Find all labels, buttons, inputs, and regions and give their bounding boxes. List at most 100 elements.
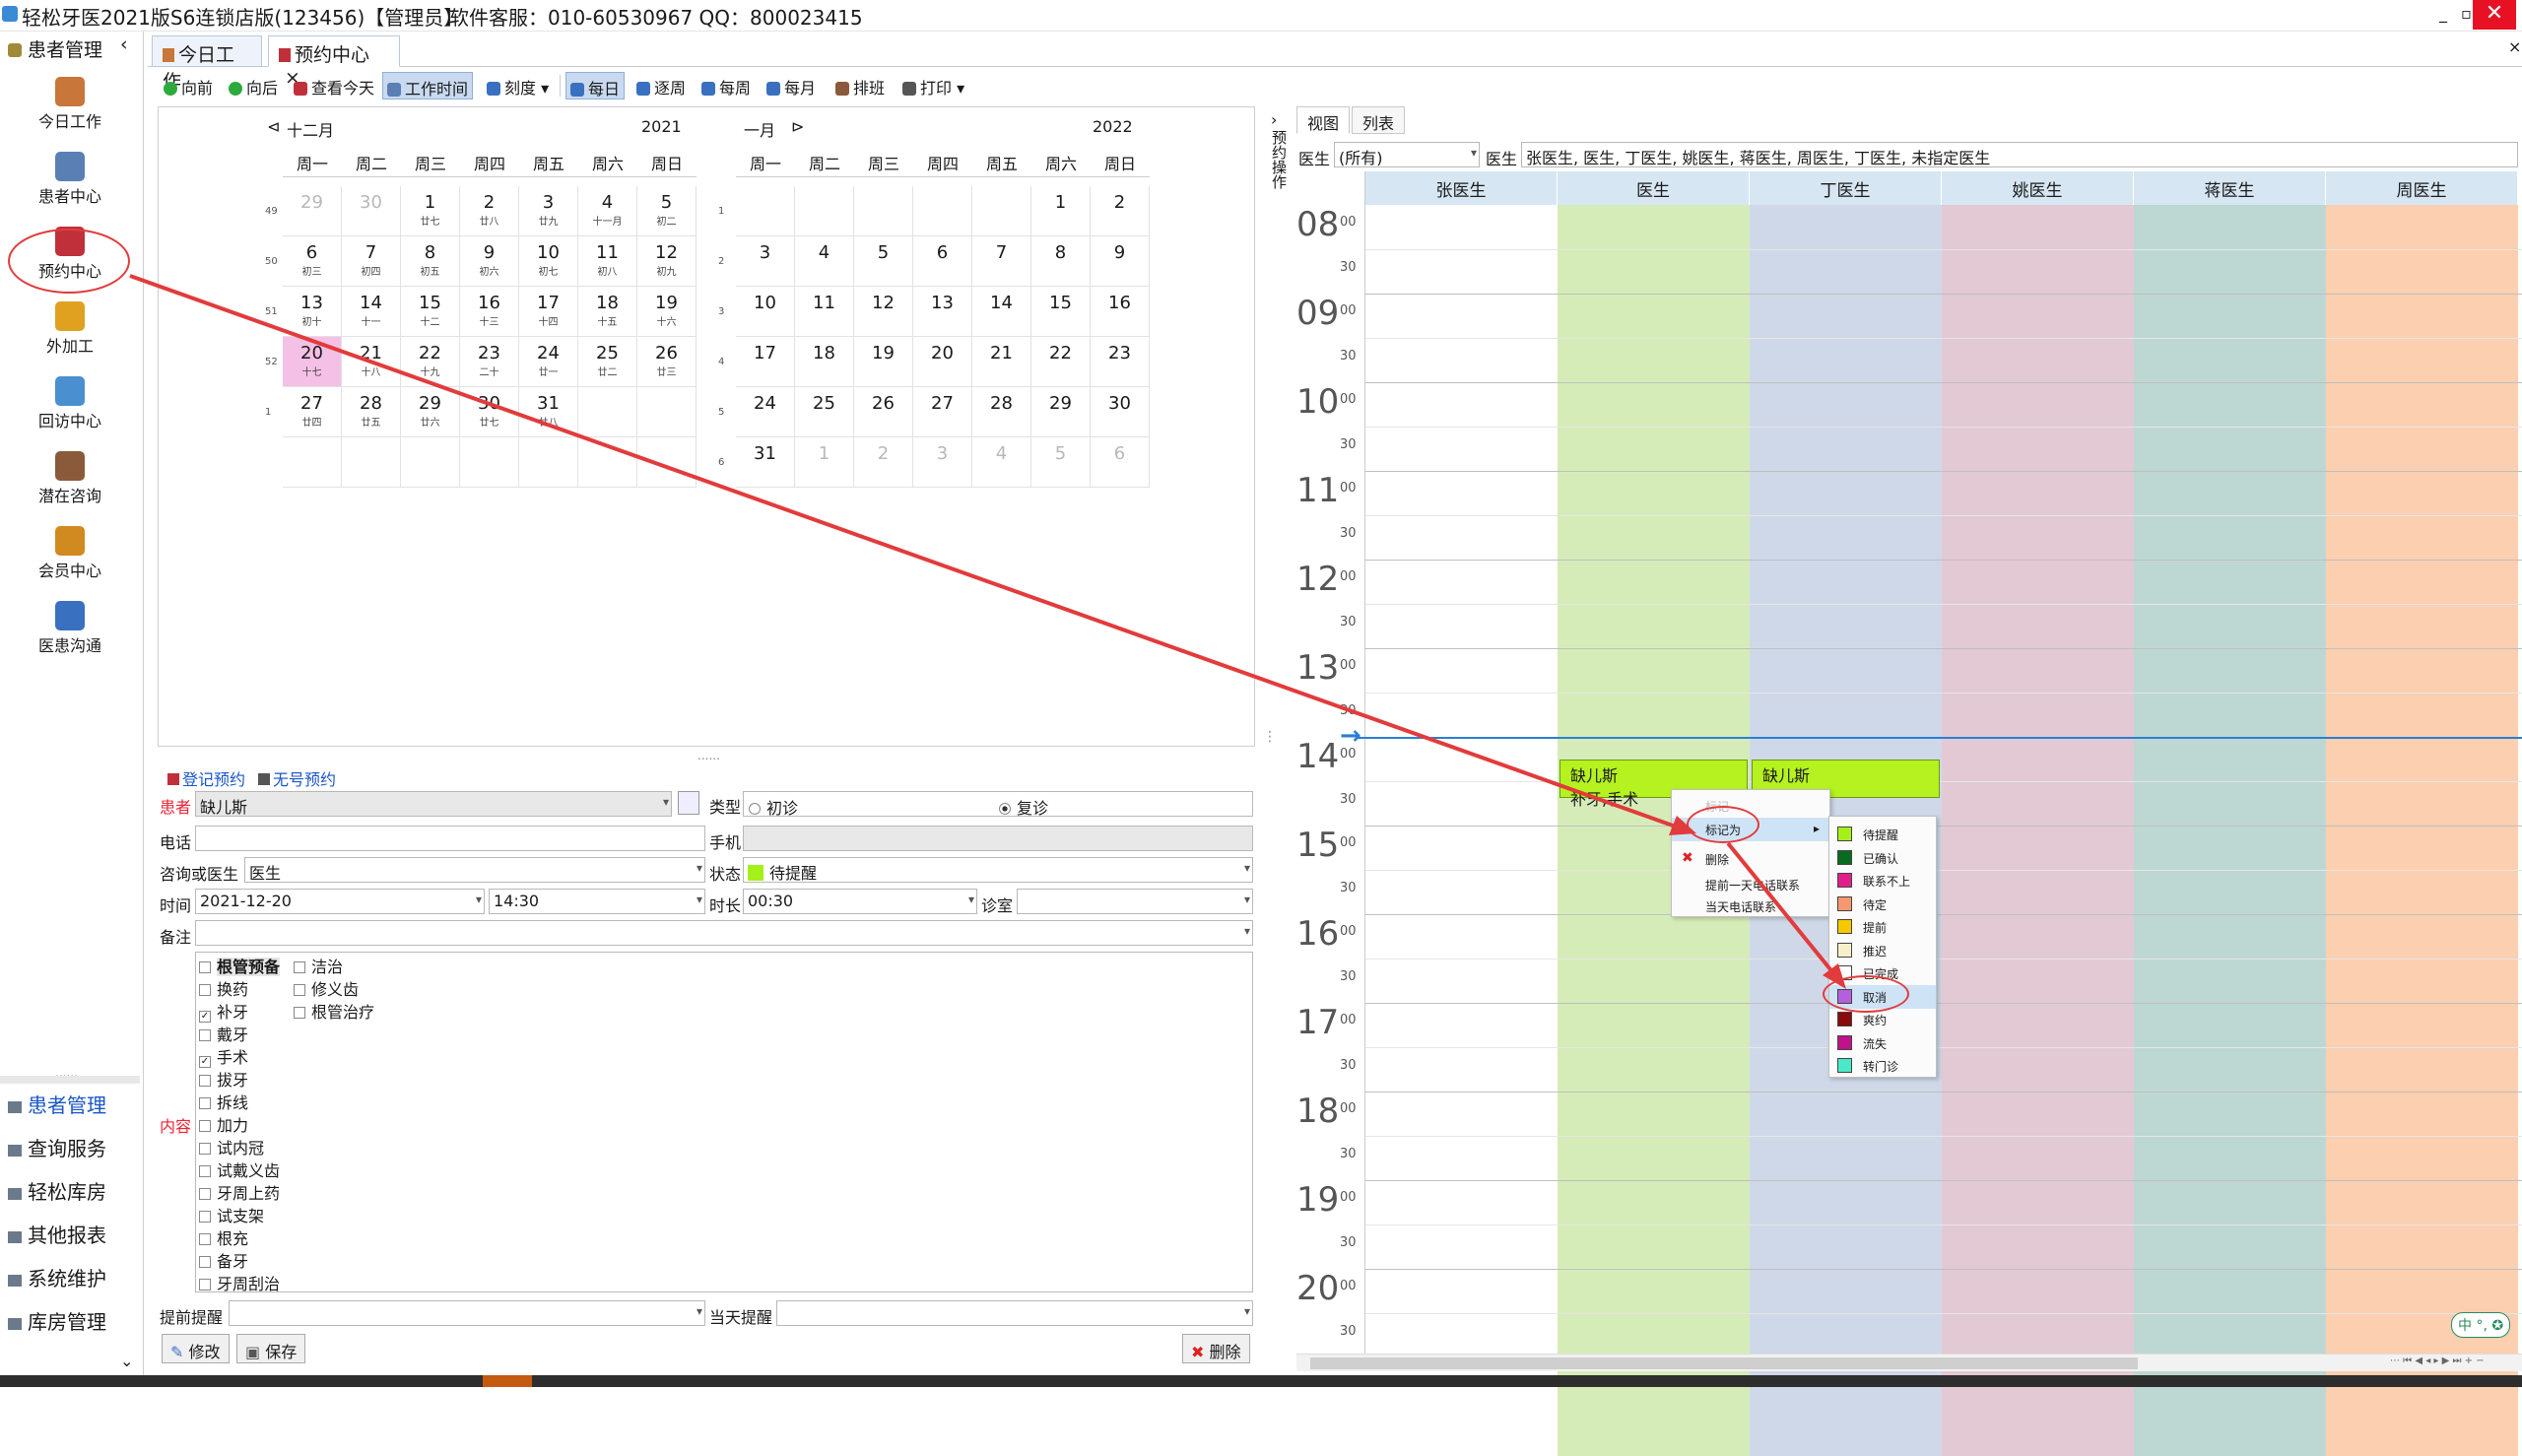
- calendar-day[interactable]: 3 廿九: [519, 186, 578, 236]
- calendar-day[interactable]: 6 初三: [283, 236, 342, 287]
- calendar-day[interactable]: [578, 387, 637, 437]
- calendar-day[interactable]: 9 初六: [460, 236, 519, 287]
- sidebar-item-5[interactable]: 潜在咨询: [0, 443, 140, 514]
- calendar-day[interactable]: 1 廿七: [401, 186, 460, 236]
- status-option[interactable]: 推迟: [1829, 939, 1936, 962]
- doctor-column-header[interactable]: 蒋医生: [2134, 171, 2326, 205]
- scroll-nav-icons[interactable]: ⋯ ⏮ ◀ ◂ ▸ ▶ ⏭ + −: [2390, 1356, 2485, 1366]
- content-checkbox[interactable]: 试戴义齿: [199, 1158, 280, 1181]
- calendar-day[interactable]: 29: [283, 186, 342, 236]
- calendar-day[interactable]: 18: [795, 337, 854, 387]
- context-menu-item[interactable]: ✖ 删除: [1672, 847, 1829, 871]
- taskbar-item[interactable]: [483, 1375, 532, 1387]
- content-checkbox[interactable]: ✓ 手术: [199, 1044, 248, 1068]
- calendar-day[interactable]: [283, 437, 342, 488]
- status-option[interactable]: 提前: [1829, 915, 1936, 939]
- tab-view[interactable]: 视图: [1296, 106, 1351, 134]
- calendar-day[interactable]: 8: [1031, 236, 1091, 287]
- context-menu-item[interactable]: 当天电话联系: [1672, 894, 1829, 918]
- calendar-day[interactable]: 3: [913, 437, 972, 488]
- calendar-day[interactable]: 22: [1031, 337, 1091, 387]
- daily-view-button[interactable]: 每日: [565, 72, 626, 99]
- status-option[interactable]: 流失: [1829, 1031, 1936, 1055]
- calendar-day[interactable]: 17 十四: [519, 287, 578, 337]
- horizontal-splitter[interactable]: ......: [697, 749, 720, 762]
- calendar-day[interactable]: 2: [1091, 186, 1150, 236]
- calendar-day[interactable]: 29 廿六: [401, 387, 460, 437]
- calendar-day[interactable]: 23: [1091, 337, 1150, 387]
- calendar-day[interactable]: 2: [854, 437, 913, 488]
- doctors-list-input[interactable]: 张医生, 医生, 丁医生, 姚医生, 蒋医生, 周医生, 丁医生, 未指定医生: [1521, 142, 2518, 167]
- content-checkbox[interactable]: 试支架: [199, 1203, 264, 1226]
- status-option[interactable]: 爽约: [1829, 1008, 1936, 1031]
- calendar-day[interactable]: 1: [1031, 186, 1091, 236]
- calendar-day[interactable]: 19: [854, 337, 913, 387]
- content-checkbox[interactable]: 拔牙: [199, 1067, 248, 1091]
- mobile-input[interactable]: [743, 826, 1253, 851]
- calendar-day[interactable]: 31 廿八: [519, 387, 578, 437]
- calendar-day[interactable]: 18 十五: [578, 287, 637, 337]
- module-item-1[interactable]: 查询服务: [8, 1133, 142, 1161]
- calendar-day[interactable]: 24 廿一: [519, 337, 578, 387]
- close-window-button[interactable]: ✕: [2473, 0, 2516, 30]
- calendar-day[interactable]: 29: [1031, 387, 1091, 437]
- calendar-day[interactable]: 10 初七: [519, 236, 578, 287]
- calendar-day[interactable]: 7: [972, 236, 1031, 287]
- calendar-day[interactable]: 11: [795, 287, 854, 337]
- remind-select[interactable]: ▾: [229, 1300, 705, 1326]
- tab-no-number-appointment[interactable]: 无号预约: [258, 766, 336, 790]
- sidebar-item-4[interactable]: 回访中心: [0, 368, 140, 439]
- calendar-day[interactable]: 23 二十: [460, 337, 519, 387]
- content-checkbox[interactable]: 牙周上药: [199, 1180, 280, 1204]
- calendar-day[interactable]: 17: [736, 337, 795, 387]
- calendar-day[interactable]: 6: [1091, 437, 1150, 488]
- calendar-day[interactable]: 12 初九: [637, 236, 697, 287]
- restore-button[interactable]: ▫: [2461, 4, 2472, 23]
- calendar-day[interactable]: 14: [972, 287, 1031, 337]
- minimize-button[interactable]: _: [2439, 4, 2447, 23]
- tab-appointment-center[interactable]: 预约中心 ×: [268, 35, 400, 89]
- calendar-day[interactable]: 25: [795, 387, 854, 437]
- content-checkbox[interactable]: 加力: [199, 1112, 248, 1136]
- status-option[interactable]: 待提醒: [1829, 823, 1936, 846]
- close-all-tabs-icon[interactable]: ×: [2508, 37, 2521, 56]
- calendar-day[interactable]: [578, 437, 637, 488]
- calendar-day[interactable]: 30: [342, 186, 401, 236]
- content-checkbox[interactable]: 根管治疗: [294, 999, 374, 1023]
- calendar-day[interactable]: 22 十九: [401, 337, 460, 387]
- calendar-day[interactable]: 4: [972, 437, 1031, 488]
- content-checkbox[interactable]: 洁治: [294, 954, 343, 977]
- calendar-day[interactable]: 15 十二: [401, 287, 460, 337]
- workweek-view-button[interactable]: 逐周: [632, 72, 690, 99]
- patient-card-icon[interactable]: [678, 791, 699, 815]
- calendar-day[interactable]: 2 廿八: [460, 186, 519, 236]
- calendar-day[interactable]: 12: [854, 287, 913, 337]
- status-select[interactable]: 待提醒 ▾: [743, 857, 1253, 883]
- calendar-day[interactable]: 16: [1091, 287, 1150, 337]
- calendar-day[interactable]: 6: [913, 236, 972, 287]
- calendar-day[interactable]: 15: [1031, 287, 1091, 337]
- calendar-day[interactable]: 11 初八: [578, 236, 637, 287]
- doctor-column-header[interactable]: 医生: [1558, 171, 1750, 205]
- status-option[interactable]: 已确认: [1829, 846, 1936, 870]
- calendar-day[interactable]: 26: [854, 387, 913, 437]
- tab-list[interactable]: 列表: [1352, 106, 1406, 134]
- calendar-day[interactable]: 4: [795, 236, 854, 287]
- content-checkbox[interactable]: 拆线: [199, 1090, 248, 1113]
- content-checkbox[interactable]: 根管预备: [199, 954, 281, 977]
- sidebar-item-6[interactable]: 会员中心: [0, 518, 140, 589]
- context-menu-item[interactable]: 提前一天电话联系: [1672, 873, 1829, 896]
- next-button[interactable]: 向后: [225, 72, 282, 99]
- calendar-day[interactable]: 27 廿四: [283, 387, 342, 437]
- type-return-visit-radio[interactable]: 复诊: [999, 795, 1048, 819]
- work-time-button[interactable]: 工作时间: [382, 72, 474, 99]
- print-dropdown[interactable]: 打印 ▾: [898, 72, 968, 99]
- status-option[interactable]: 转门诊: [1829, 1054, 1936, 1078]
- sidebar-item-0[interactable]: 今日工作: [0, 69, 140, 140]
- prev-month-icon[interactable]: ⊲: [267, 117, 280, 136]
- status-option[interactable]: 待定: [1829, 893, 1936, 916]
- module-item-0[interactable]: 患者管理: [8, 1090, 142, 1118]
- doctor-column-header[interactable]: 周医生: [2326, 171, 2518, 205]
- room-select[interactable]: ▾: [1017, 889, 1253, 914]
- doctor-filter-select[interactable]: (所有) ▾: [1334, 142, 1480, 167]
